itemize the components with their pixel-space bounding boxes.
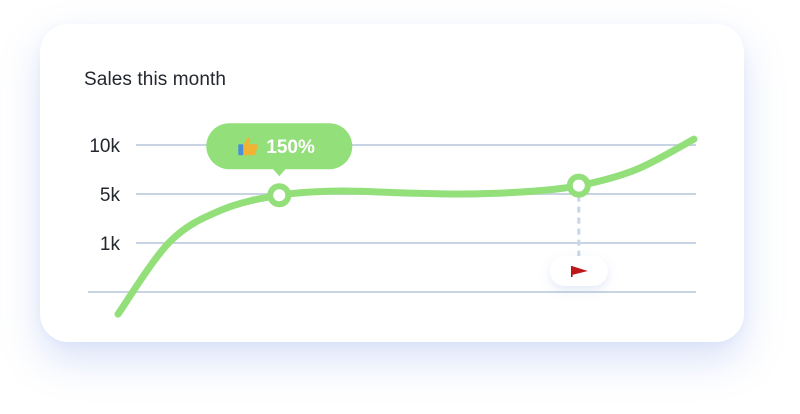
series-lines: [114, 135, 698, 318]
y-tick-label-10k: 10k: [89, 136, 120, 157]
annotation-markers: 150%: [206, 123, 608, 286]
sales-line-chart: 10k 5k 1k 150%: [88, 123, 698, 318]
tooltip-label: 150%: [266, 137, 315, 158]
y-tick-label-5k: 5k: [100, 185, 121, 206]
flag-badge: [549, 256, 608, 286]
y-axis-labels: 10k 5k 1k: [89, 136, 120, 255]
point-marker-1: [566, 173, 591, 198]
series-line-0: [114, 135, 698, 318]
y-tick-label-1k: 1k: [100, 234, 121, 255]
tooltip-pointer: [272, 168, 287, 177]
tooltip-bubble: 150%: [206, 123, 353, 177]
point-marker-0: [267, 183, 292, 208]
